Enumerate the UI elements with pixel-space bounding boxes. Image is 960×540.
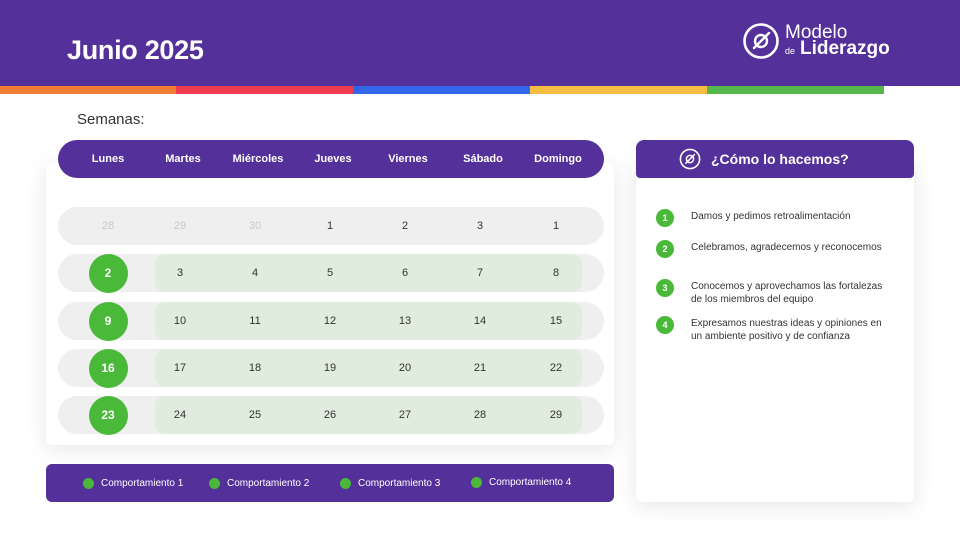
- day-number[interactable]: 5: [310, 254, 350, 292]
- week-highlight: [155, 349, 582, 387]
- step-number-badge: 4: [656, 316, 674, 334]
- day-number[interactable]: 28: [88, 207, 128, 245]
- day-number[interactable]: 12: [310, 302, 350, 340]
- step-text: Damos y pedimos retroalimentación: [691, 211, 851, 222]
- week-row-0: 28 29 30 1 2 3 1: [58, 207, 604, 245]
- legend-label: Comportamiento 1: [101, 477, 184, 489]
- day-number[interactable]: 25: [235, 396, 275, 434]
- how-header: ¿Cómo lo hacemos?: [636, 140, 914, 178]
- legend-bar: Comportamiento 1 Comportamiento 2 Comporta…: [46, 464, 614, 502]
- day-number[interactable]: 24: [160, 396, 200, 434]
- step-number-badge: 3: [656, 279, 674, 297]
- day-number[interactable]: 29: [536, 396, 576, 434]
- day-name-5: Sábado: [463, 153, 503, 165]
- calendar-header: Lunes Martes Miércoles Jueves Viernes Sábado D…: [58, 140, 604, 178]
- header-bar: Junio 2025 Modelo de Liderazgo: [0, 0, 960, 86]
- day-number[interactable]: 22: [536, 349, 576, 387]
- week-badge[interactable]: 2: [88, 253, 128, 293]
- day-name-4: Viernes: [388, 153, 428, 165]
- day-number[interactable]: 27: [385, 396, 425, 434]
- day-name-1: Martes: [165, 153, 201, 165]
- day-number[interactable]: 28: [460, 396, 500, 434]
- day-name-6: Domingo: [534, 153, 582, 165]
- day-number[interactable]: 18: [235, 349, 275, 387]
- legend-item-2: Comportamiento 2: [209, 464, 309, 502]
- day-number[interactable]: 21: [460, 349, 500, 387]
- day-number[interactable]: 19: [310, 349, 350, 387]
- day-number[interactable]: 6: [385, 254, 425, 292]
- step-number-badge: 2: [656, 240, 674, 258]
- day-number[interactable]: 20: [385, 349, 425, 387]
- day-number[interactable]: 1: [310, 207, 350, 245]
- legend-dot: [340, 477, 351, 489]
- week-highlight: [155, 254, 582, 292]
- day-name-2: Miércoles: [232, 153, 284, 165]
- step-text: Expresamos nuestras ideas y opiniones en…: [691, 318, 882, 342]
- day-number[interactable]: 13: [385, 302, 425, 340]
- legend-label: Comportamiento 4: [489, 476, 572, 488]
- compass-icon: [679, 148, 701, 170]
- day-number[interactable]: 3: [160, 254, 200, 292]
- day-number[interactable]: 30: [235, 207, 275, 245]
- week-badge[interactable]: 23: [88, 395, 128, 435]
- day-number[interactable]: 4: [235, 254, 275, 292]
- day-number[interactable]: 7: [460, 254, 500, 292]
- weeks-label: Semanas:: [77, 111, 145, 128]
- step-text: Celebramos, agradecemos y reconocemos: [691, 242, 882, 253]
- stripe-blue: [353, 86, 530, 94]
- day-number[interactable]: 11: [235, 302, 275, 340]
- day-number[interactable]: 10: [160, 302, 200, 340]
- day-number[interactable]: 17: [160, 349, 200, 387]
- legend-label: Comportamiento 3: [358, 477, 441, 489]
- legend-dot: [209, 477, 220, 489]
- day-name-3: Jueves: [314, 153, 352, 165]
- week-badge[interactable]: 9: [88, 301, 128, 341]
- page-title: Junio 2025: [67, 35, 204, 65]
- stripe-yellow: [530, 86, 707, 94]
- stripe-red: [176, 86, 353, 94]
- week-badge[interactable]: 16: [88, 348, 128, 388]
- day-number[interactable]: 29: [160, 207, 200, 245]
- logo: Modelo de Liderazgo: [742, 21, 912, 63]
- day-number[interactable]: 3: [460, 207, 500, 245]
- day-number[interactable]: 1: [536, 207, 576, 245]
- logo-text-de: de: [785, 46, 796, 56]
- step-number-badge: 1: [656, 209, 674, 227]
- step-text: Conocemos y aprovechamos las fortalezas …: [691, 281, 883, 305]
- stripe-green: [707, 86, 884, 94]
- week-highlight: [155, 302, 582, 340]
- legend-item-3: Comportamiento 3: [340, 464, 440, 502]
- legend-dot: [83, 477, 94, 489]
- how-title: ¿Cómo lo hacemos?: [711, 151, 849, 167]
- day-number[interactable]: 15: [536, 302, 576, 340]
- legend-dot: [471, 476, 482, 488]
- week-highlight: [155, 396, 582, 434]
- day-number[interactable]: 14: [460, 302, 500, 340]
- legend-item-4: Comportamiento 4: [471, 463, 571, 501]
- legend-item-1: Comportamiento 1: [83, 464, 183, 502]
- day-number[interactable]: 26: [310, 396, 350, 434]
- day-name-0: Lunes: [91, 153, 125, 165]
- compass-logo-icon: [743, 23, 779, 59]
- logo-text-liderazgo: Liderazgo: [800, 38, 890, 59]
- day-number[interactable]: 8: [536, 254, 576, 292]
- legend-label: Comportamiento 2: [227, 477, 310, 489]
- day-number[interactable]: 2: [385, 207, 425, 245]
- stripe-orange: [0, 86, 176, 94]
